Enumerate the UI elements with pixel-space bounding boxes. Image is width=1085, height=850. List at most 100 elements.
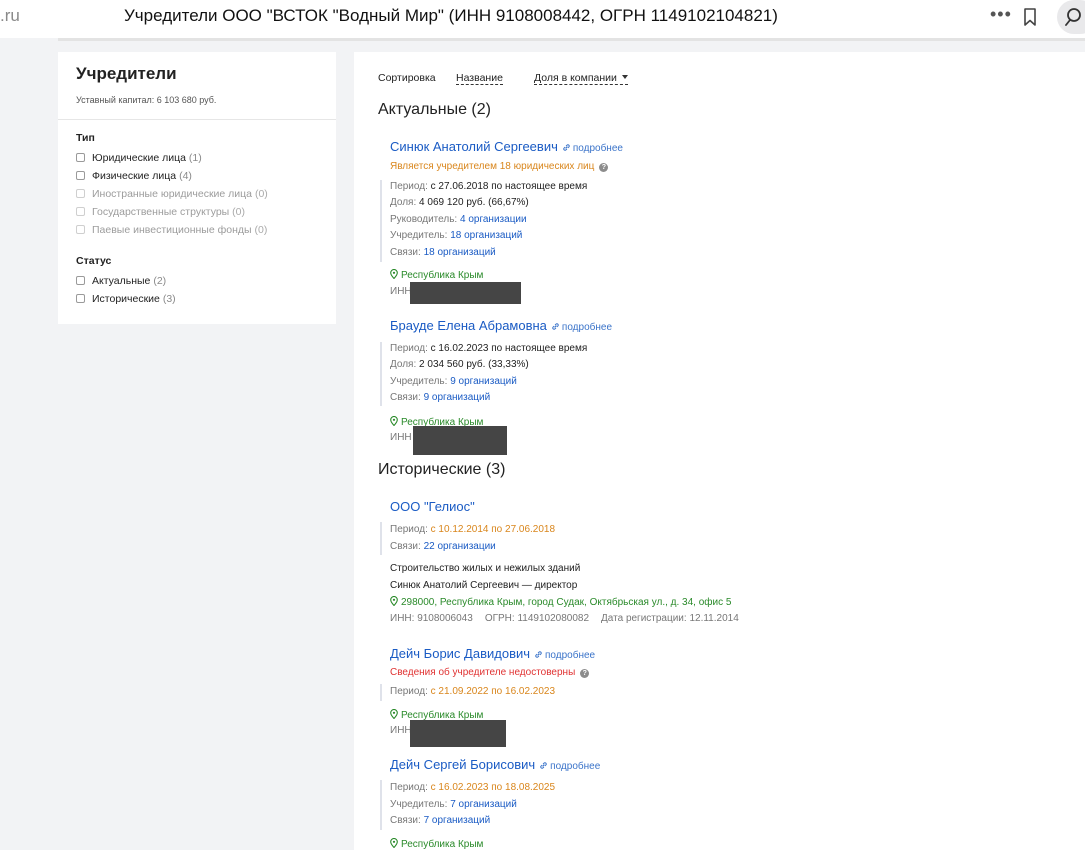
details-link[interactable]: подробнее: [534, 650, 595, 661]
inn-label: ИНН: [390, 725, 412, 736]
period-row: Период: с 27.06.2018 по настоящее время: [390, 181, 588, 192]
sort-label: Сортировка: [378, 72, 436, 84]
company-meta: ИНН: 9108006043 ОГРН: 1149102080082 Дата р…: [390, 613, 751, 624]
links-row: Связи: 9 организаций: [390, 392, 491, 403]
founder-note: Сведения об учредителе недостоверны?: [390, 667, 590, 678]
location-pin-icon: [390, 269, 398, 279]
details-link[interactable]: подробнее: [562, 143, 623, 154]
more-menu-icon[interactable]: •••: [990, 4, 1012, 25]
browser-toolbar: .ru Учредители ООО "ВСТОК "Водный Мир" (…: [0, 0, 1085, 38]
founder-row: Учредитель: 9 организаций: [390, 376, 517, 387]
reg-date: Дата регистрации: 12.11.2014: [601, 613, 739, 624]
location-pin-icon: [390, 838, 398, 848]
filter-title: Учредители: [76, 64, 177, 83]
founder-link[interactable]: 18 организаций: [450, 230, 522, 241]
status-filter-title: Статус: [76, 255, 112, 267]
checkbox: [76, 189, 85, 198]
filter-current[interactable]: Актуальные (2): [76, 275, 166, 287]
help-icon[interactable]: ?: [580, 669, 590, 678]
filter-historical[interactable]: Исторические (3): [76, 293, 176, 305]
founder-link[interactable]: 7 организаций: [450, 799, 517, 810]
url-fragment[interactable]: .ru: [0, 6, 20, 26]
links-link[interactable]: 22 организации: [424, 541, 496, 552]
location-pin-icon: [390, 596, 398, 606]
search-icon: [1065, 8, 1081, 26]
sort-by-name[interactable]: Название: [456, 72, 503, 85]
historical-heading: Исторические (3): [378, 461, 506, 478]
filter-state-structures: Государственные структуры (0): [76, 206, 245, 218]
details-link[interactable]: подробнее: [539, 761, 600, 772]
link-icon: [540, 762, 547, 769]
detail-bar: [380, 780, 382, 830]
redacted-block: [410, 282, 521, 304]
inn-label: ИНН: [390, 432, 412, 443]
links-link[interactable]: 18 организаций: [424, 247, 496, 258]
links-link[interactable]: 7 организаций: [424, 815, 491, 826]
location-pin-icon: [390, 709, 398, 719]
founder-name[interactable]: ООО "Гелиос": [390, 499, 475, 514]
redacted-block: [413, 426, 507, 455]
details-link[interactable]: подробнее: [551, 322, 612, 333]
filter-mutual-funds: Паевые инвестиционные фонды (0): [76, 224, 267, 236]
director: Синюк Анатолий Сергеевич — директор: [390, 580, 578, 591]
link-icon: [535, 651, 542, 658]
region: Республика Крым: [390, 838, 483, 850]
detail-bar: [380, 522, 382, 555]
region: Республика Крым: [390, 269, 483, 281]
founders-list: Сортировка Название Доля в компании Акту…: [354, 52, 1085, 850]
ogrn-value: ОГРН: 1149102080082: [484, 613, 590, 624]
founder-row: Учредитель: 7 организаций: [390, 799, 517, 810]
checkbox[interactable]: [76, 153, 85, 162]
filter-divider: [58, 119, 336, 120]
location-pin-icon: [390, 416, 398, 426]
inn-value: ИНН: 9108006043: [390, 613, 473, 624]
activity: Строительство жилых и нежилых зданий: [390, 563, 581, 574]
inn-label: ИНН: [390, 286, 412, 297]
founder-name[interactable]: Дейч Сергей Борисович подробнее: [390, 757, 600, 772]
address: 298000, Республика Крым, город Судак, Ок…: [390, 596, 731, 608]
sort-bar: Сортировка Название Доля в компании: [378, 72, 628, 85]
filter-foreign-entities: Иностранные юридические лица (0): [76, 188, 268, 200]
period-row: Период: с 10.12.2014 по 27.06.2018: [390, 524, 556, 535]
detail-bar: [380, 684, 382, 701]
period-row: Период: с 21.09.2022 по 16.02.2023: [390, 686, 556, 697]
header-divider: [58, 38, 1085, 41]
help-icon[interactable]: ?: [599, 163, 609, 172]
bookmark-icon[interactable]: [1022, 7, 1038, 27]
checkbox[interactable]: [76, 276, 85, 285]
checkbox: [76, 225, 85, 234]
checkbox[interactable]: [76, 171, 85, 180]
current-heading: Актуальные (2): [378, 101, 491, 118]
links-row: Связи: 22 организации: [390, 541, 496, 552]
link-icon: [552, 323, 559, 330]
links-row: Связи: 18 организаций: [390, 247, 496, 258]
authorized-capital: Уставный капитал: 6 103 680 руб.: [76, 95, 217, 105]
checkbox[interactable]: [76, 294, 85, 303]
filter-individuals[interactable]: Физические лица (4): [76, 170, 192, 182]
link-icon: [563, 144, 570, 151]
founder-name[interactable]: Синюк Анатолий Сергеевич подробнее: [390, 139, 623, 154]
redacted-block: [410, 720, 506, 747]
filter-legal-entities[interactable]: Юридические лица (1): [76, 152, 202, 164]
founder-note: Является учредителем 18 юридических лиц?: [390, 161, 609, 172]
head-row: Руководитель: 4 организации: [390, 214, 527, 225]
period-row: Период: с 16.02.2023 по 18.08.2025: [390, 782, 556, 793]
page-title: Учредители ООО "ВСТОК "Водный Мир" (ИНН …: [124, 6, 778, 25]
founder-row: Учредитель: 18 организаций: [390, 230, 523, 241]
founder-name[interactable]: Дейч Борис Давидович подробнее: [390, 646, 595, 661]
share-row: Доля: 4 069 120 руб. (66,67%): [390, 197, 529, 208]
sort-by-share[interactable]: Доля в компании: [534, 72, 628, 85]
search-button[interactable]: [1057, 0, 1085, 34]
founder-link[interactable]: 9 организаций: [450, 376, 517, 387]
links-row: Связи: 7 организаций: [390, 815, 491, 826]
detail-bar: [380, 180, 382, 262]
share-row: Доля: 2 034 560 руб. (33,33%): [390, 359, 529, 370]
chevron-down-icon: [621, 75, 628, 79]
head-link[interactable]: 4 организации: [460, 214, 527, 225]
detail-bar: [380, 342, 382, 406]
founder-name[interactable]: Брауде Елена Абрамовна подробнее: [390, 318, 612, 333]
type-filter-title: Тип: [76, 132, 95, 144]
links-link[interactable]: 9 организаций: [424, 392, 491, 403]
checkbox: [76, 207, 85, 216]
filter-panel: Учредители Уставный капитал: 6 103 680 р…: [58, 52, 336, 324]
